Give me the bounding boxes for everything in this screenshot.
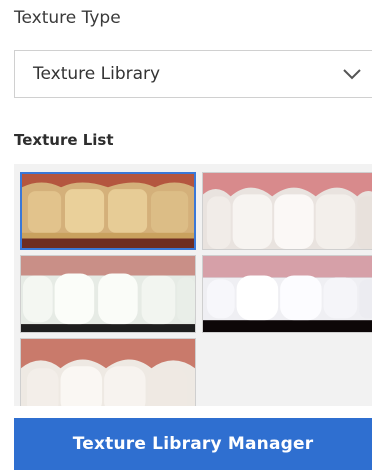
- texture-type-label: Texture Type: [14, 8, 121, 28]
- texture-thumbnail-4[interactable]: [202, 255, 372, 333]
- texture-list-title: Texture List: [14, 131, 114, 149]
- chevron-down-icon: [343, 69, 361, 80]
- teeth-texture-image: [21, 256, 195, 332]
- texture-library-manager-button[interactable]: Texture Library Manager: [14, 418, 372, 470]
- texture-thumbnail-1[interactable]: [20, 172, 196, 250]
- teeth-texture-image: [203, 173, 372, 249]
- dropdown-selected-value: Texture Library: [33, 64, 161, 84]
- texture-thumbnail-5[interactable]: [20, 338, 196, 406]
- teeth-texture-image: [22, 174, 194, 248]
- texture-list-grid: [14, 164, 372, 406]
- texture-type-dropdown[interactable]: Texture Library: [14, 50, 372, 98]
- teeth-texture-image: [21, 339, 195, 406]
- texture-thumbnail-2[interactable]: [202, 172, 372, 250]
- teeth-texture-image: [203, 256, 372, 332]
- texture-thumbnail-3[interactable]: [20, 255, 196, 333]
